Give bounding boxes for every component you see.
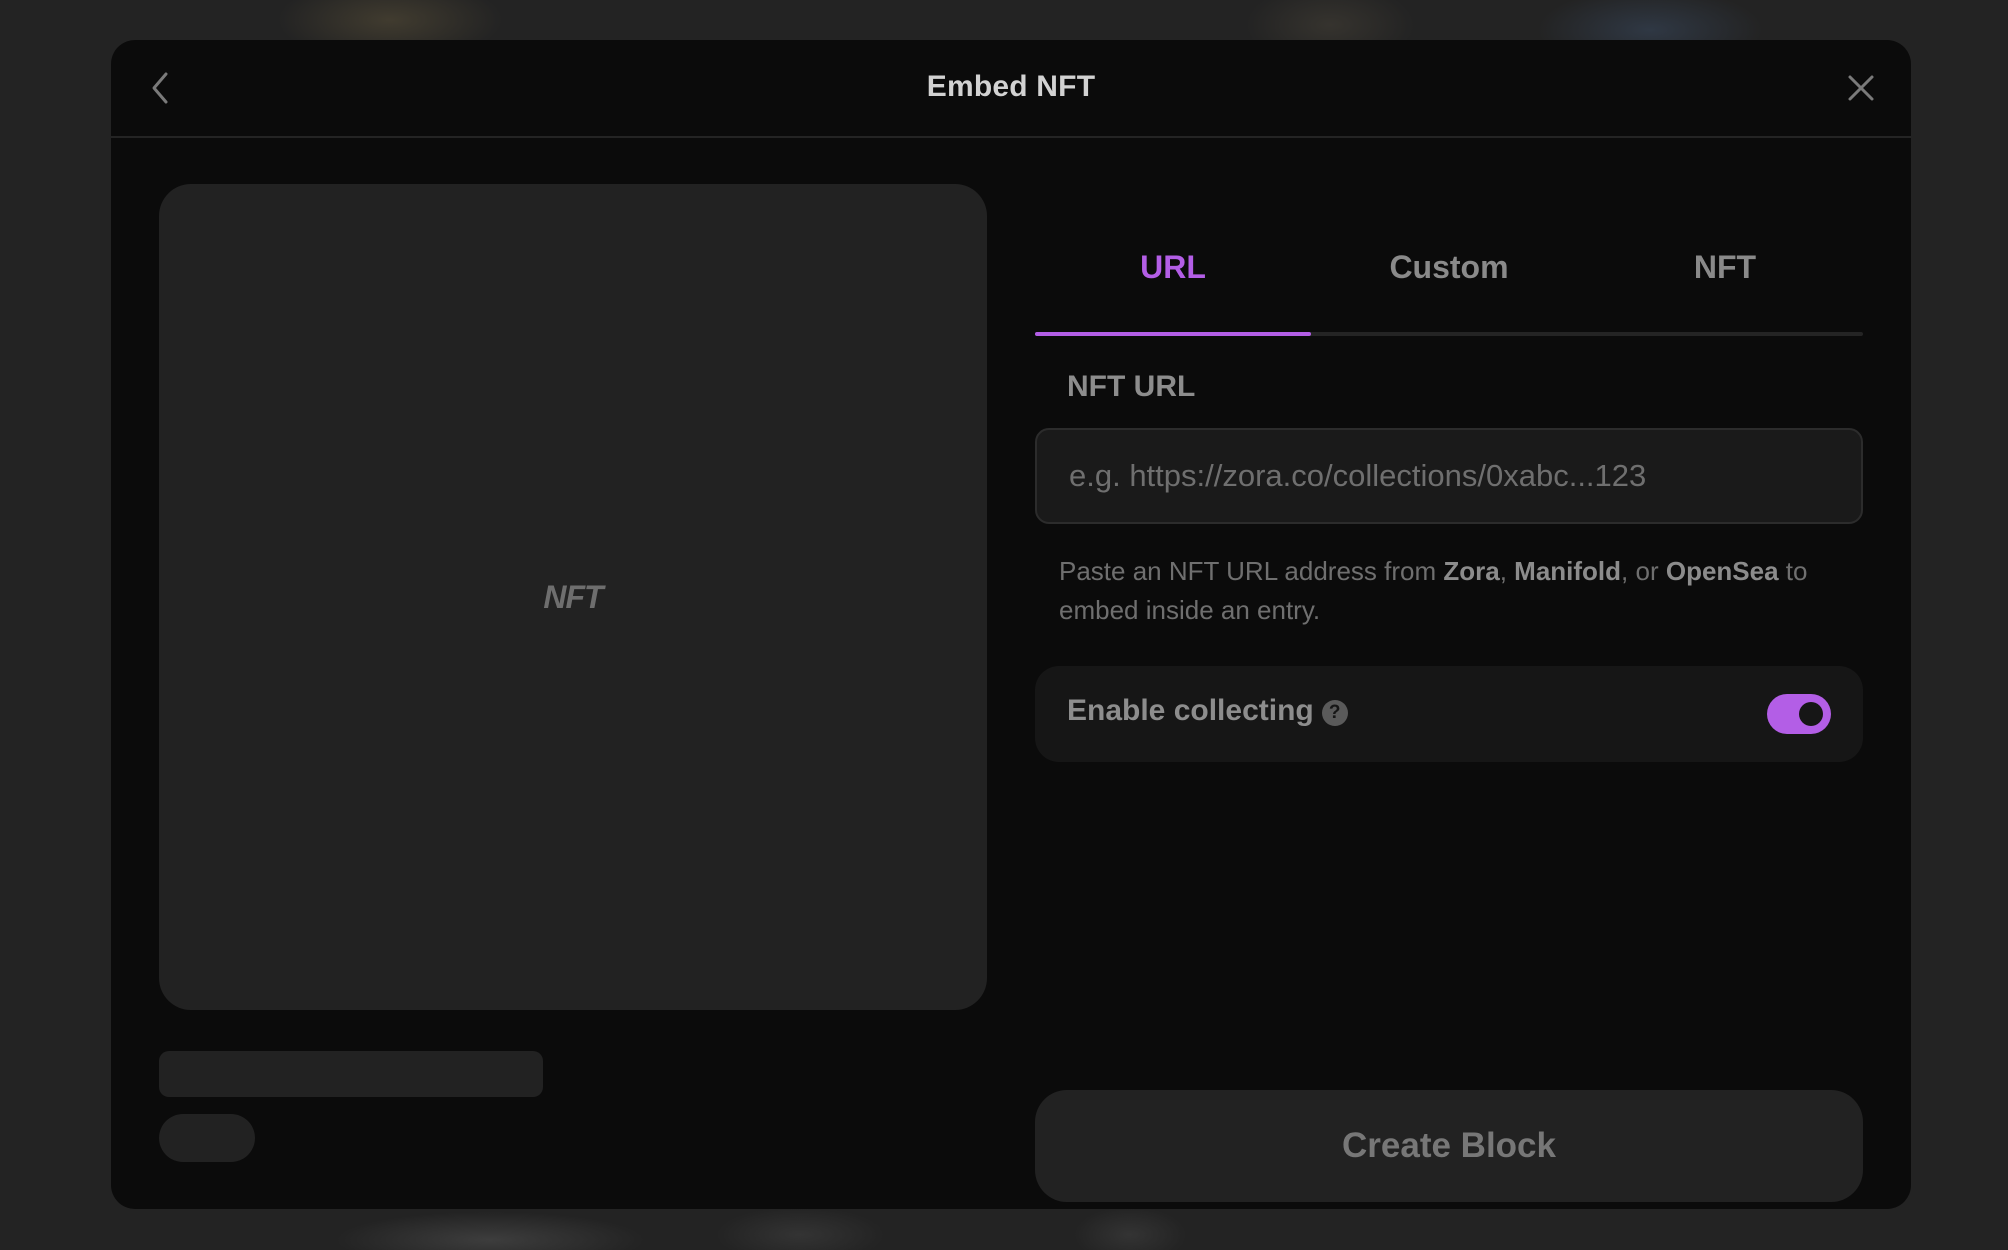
platform-opensea: OpenSea: [1665, 556, 1779, 586]
enable-collecting-label: Enable collecting?: [1067, 694, 1348, 728]
nft-url-label: NFT URL: [1067, 370, 1196, 403]
question-mark-icon[interactable]: ?: [1321, 700, 1348, 726]
tab-custom[interactable]: Custom: [1311, 230, 1587, 330]
close-icon: [1848, 75, 1874, 101]
active-tab-indicator: [1035, 332, 1311, 336]
toggle-knob: [1799, 702, 1823, 726]
platform-manifold: Manifold: [1514, 556, 1622, 586]
create-block-button[interactable]: Create Block: [1035, 1090, 1863, 1202]
tab-url[interactable]: URL: [1035, 230, 1311, 330]
modal-header: Embed NFT: [111, 40, 1911, 138]
source-tabs: URL Custom NFT: [1035, 230, 1863, 336]
close-button[interactable]: [1837, 64, 1885, 112]
tab-nft[interactable]: NFT: [1587, 230, 1863, 330]
help-sep: ,: [1499, 556, 1515, 586]
enable-collecting-toggle[interactable]: [1767, 694, 1831, 734]
nft-preview-placeholder: NFT: [159, 184, 987, 1010]
help-text: Paste an NFT URL address from Zora, Mani…: [1059, 552, 1859, 630]
nft-url-input[interactable]: [1035, 428, 1863, 524]
title-skeleton: [159, 1051, 543, 1097]
enable-collecting-row: Enable collecting?: [1035, 666, 1863, 762]
price-skeleton: [159, 1114, 255, 1162]
help-prefix: Paste an NFT URL address from: [1059, 556, 1444, 586]
nft-logo-icon: NFT: [543, 578, 603, 615]
enable-collecting-text: Enable collecting: [1067, 694, 1314, 727]
help-sep: , or: [1621, 556, 1666, 586]
platform-zora: Zora: [1443, 556, 1500, 586]
embed-nft-modal: Embed NFT NFT URL Custom NFT NFT URL Pas…: [111, 40, 1911, 1209]
modal-title: Embed NFT: [926, 70, 1096, 103]
